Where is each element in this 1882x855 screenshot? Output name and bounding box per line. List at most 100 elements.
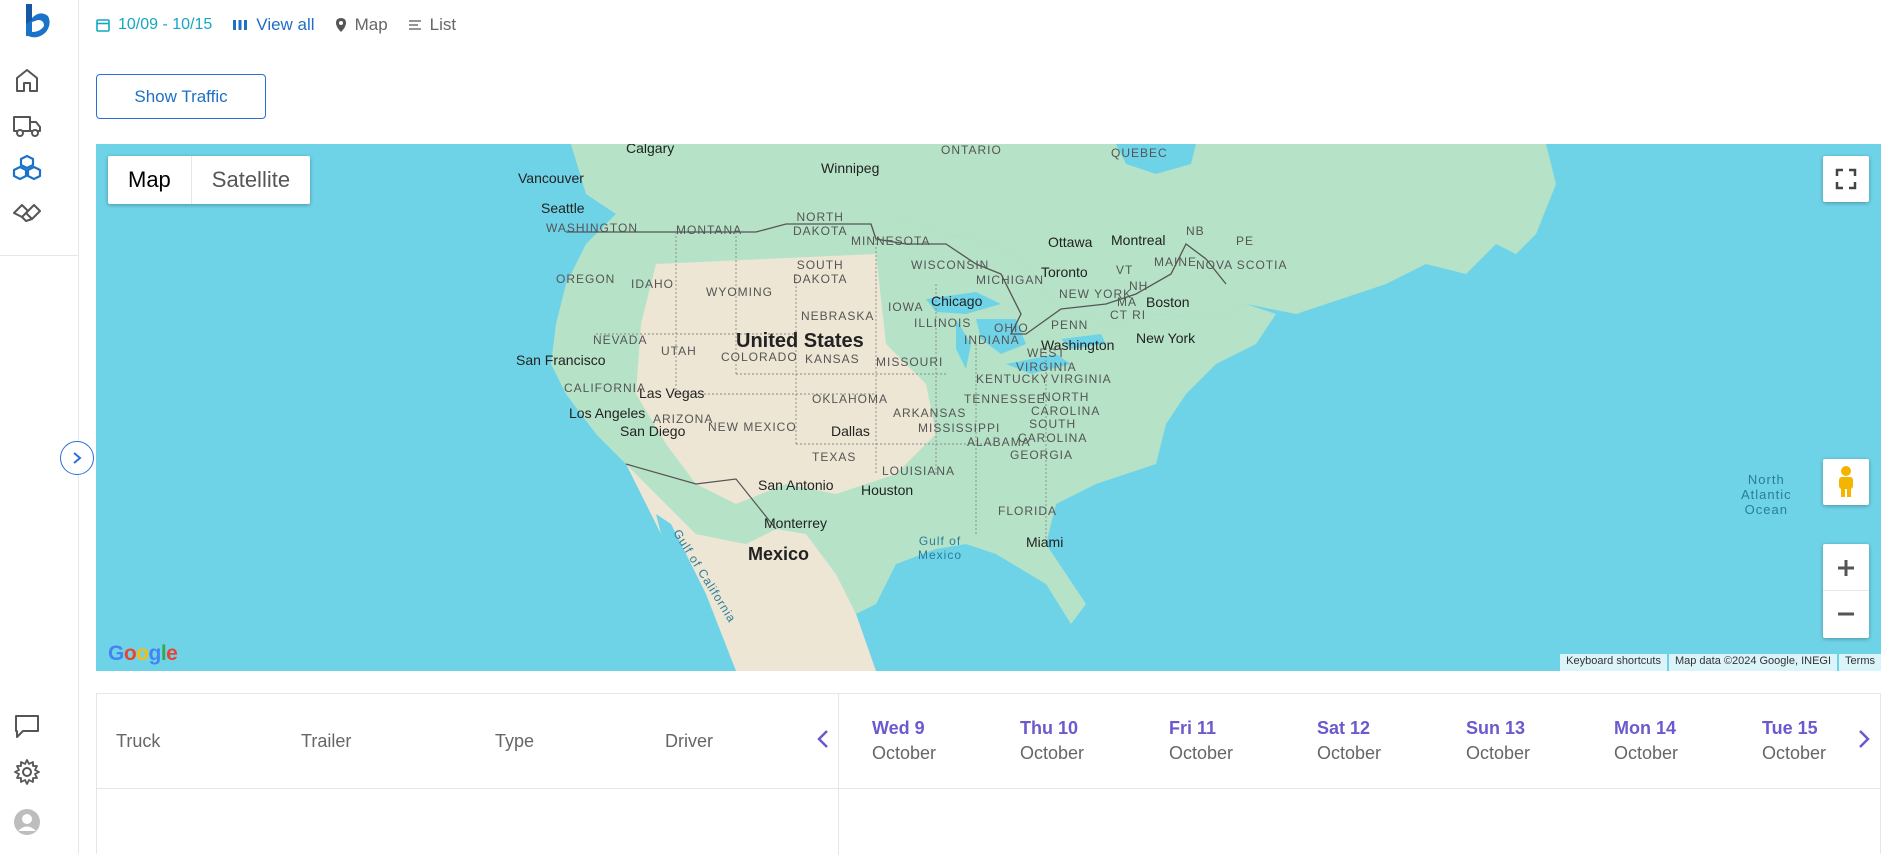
- map-pin-icon: [335, 18, 346, 32]
- terms-link[interactable]: Terms: [1839, 654, 1881, 671]
- app-logo[interactable]: [22, 2, 52, 40]
- zoom-in-button[interactable]: [1823, 545, 1869, 591]
- map-label-winnipeg: Winnipeg: [821, 160, 880, 176]
- column-header-trailer[interactable]: Trailer: [301, 731, 351, 752]
- avatar[interactable]: [12, 807, 42, 837]
- map-label-ct-ri: CT RI: [1110, 308, 1147, 322]
- map-label-kansas: KANSAS: [805, 352, 860, 366]
- map-label-texas: TEXAS: [812, 450, 857, 464]
- map-label-louisiana: LOUISIANA: [882, 464, 956, 478]
- street-view-pegman[interactable]: [1823, 459, 1869, 505]
- day-month: October: [1169, 743, 1234, 763]
- list-view-button[interactable]: List: [408, 15, 456, 35]
- view-all-button[interactable]: View all: [232, 15, 315, 35]
- map-label-miami: Miami: [1026, 534, 1064, 550]
- column-header-truck[interactable]: Truck: [116, 731, 160, 752]
- map-data-label: Map data ©2024 Google, INEGI: [1668, 654, 1838, 671]
- map-label-toronto: Toronto: [1041, 264, 1088, 280]
- map-label-penn: PENN: [1051, 318, 1089, 332]
- fullscreen-button[interactable]: [1823, 156, 1869, 202]
- view-all-label: View all: [256, 15, 315, 34]
- minus-icon: [1838, 612, 1854, 616]
- columns-icon: [233, 20, 248, 30]
- map-label-colorado: COLORADO: [721, 350, 798, 364]
- map-label-florida: FLORIDA: [998, 504, 1058, 518]
- day-column-mon-14[interactable]: Mon 14 October: [1614, 718, 1734, 764]
- top-toolbar: 10/09 - 10/15 View all Map List: [96, 14, 476, 36]
- map-label-utah: UTAH: [661, 344, 697, 358]
- date-range-picker[interactable]: 10/09 - 10/15: [96, 16, 212, 34]
- map-label-west-virginia: WEST VIRGINIA: [1016, 346, 1077, 374]
- expand-sidebar-button[interactable]: [60, 441, 94, 475]
- chevron-left-icon: [817, 730, 828, 748]
- map-canvas: [551, 144, 1556, 671]
- map-type-map-button[interactable]: Map: [108, 156, 192, 204]
- map-label-las-vegas: Las Vegas: [639, 385, 705, 401]
- chevron-right-icon: [1859, 730, 1870, 748]
- map-label-idaho: IDAHO: [631, 277, 675, 291]
- map-label-houston: Houston: [861, 482, 914, 498]
- map-label-michigan: MICHIGAN: [976, 273, 1044, 287]
- day-name: Wed 9: [872, 718, 925, 738]
- map-label-nova-scotia: NOVA SCOTIA: [1196, 258, 1288, 272]
- map-label-south-dakota: SOUTH DAKOTA: [793, 258, 848, 286]
- chat-icon[interactable]: [12, 711, 42, 741]
- map-type-satellite-button[interactable]: Satellite: [192, 156, 310, 204]
- day-column-fri-11[interactable]: Fri 11 October: [1169, 718, 1289, 764]
- truck-icon[interactable]: [12, 110, 42, 140]
- map-label-seattle: Seattle: [541, 200, 585, 216]
- map-label-los-angeles: Los Angeles: [569, 405, 646, 421]
- schedule-columns: Truck Trailer Type Driver: [97, 694, 839, 855]
- day-name: Fri 11: [1169, 718, 1217, 738]
- map-label-south-carolina: SOUTH CAROLINA: [1018, 417, 1088, 445]
- column-header-driver[interactable]: Driver: [665, 731, 713, 752]
- map-label-california: CALIFORNIA: [564, 381, 647, 395]
- day-column-sat-12[interactable]: Sat 12 October: [1317, 718, 1437, 764]
- next-week-button[interactable]: [1852, 724, 1876, 754]
- handshake-icon[interactable]: [12, 198, 42, 228]
- column-header-type[interactable]: Type: [495, 731, 534, 752]
- map-label-calgary: Calgary: [626, 144, 675, 156]
- fullscreen-icon: [1835, 168, 1857, 190]
- map-label-north-carolina: NORTH CAROLINA: [1031, 390, 1101, 418]
- show-traffic-button[interactable]: Show Traffic: [96, 74, 266, 119]
- boxes-icon[interactable]: [12, 153, 42, 183]
- map-label-mississippi: MISSISSIPPI: [918, 421, 1001, 435]
- prev-week-button[interactable]: [811, 724, 835, 754]
- day-column-wed-9[interactable]: Wed 9 October: [872, 718, 992, 764]
- map-label-illinois: ILLINOIS: [914, 316, 972, 330]
- day-name: Mon 14: [1614, 718, 1677, 738]
- day-column-sun-13[interactable]: Sun 13 October: [1466, 718, 1586, 764]
- map-label-ma: MA: [1117, 295, 1137, 309]
- home-icon[interactable]: [12, 65, 42, 95]
- map-label-mexico: Mexico: [748, 544, 810, 564]
- map-label-oklahoma: OKLAHOMA: [812, 392, 889, 406]
- zoom-out-button[interactable]: [1823, 591, 1869, 637]
- day-column-thu-10[interactable]: Thu 10 October: [1020, 718, 1140, 764]
- map-label-new-york: New York: [1136, 330, 1196, 346]
- map-label-ohio: OHIO: [994, 321, 1029, 335]
- map-label-maine: MAINE: [1154, 255, 1198, 269]
- map-label-nh: NH: [1129, 279, 1149, 293]
- map-label-virginia: VIRGINIA: [1051, 372, 1112, 386]
- map-label-san-francisco: San Francisco: [516, 352, 606, 368]
- keyboard-shortcuts-link[interactable]: Keyboard shortcuts: [1560, 654, 1667, 671]
- map-label-montana: MONTANA: [676, 223, 743, 237]
- map-label-minnesota: MINNESOTA: [851, 234, 931, 248]
- chevron-right-icon: [73, 452, 82, 464]
- map-label-georgia: GEORGIA: [1010, 448, 1074, 462]
- sidebar-divider: [0, 255, 78, 256]
- map-type-toggle: Map Satellite: [108, 156, 311, 204]
- map-view-label: Map: [354, 15, 388, 34]
- day-month: October: [1466, 743, 1531, 763]
- map-label-wisconsin: WISCONSIN: [911, 258, 990, 272]
- calendar-icon: [96, 19, 110, 32]
- gear-icon[interactable]: [12, 757, 42, 787]
- day-name: Thu 10: [1020, 718, 1079, 738]
- map-view[interactable]: United States Mexico Calgary Vancouver S…: [96, 144, 1881, 671]
- map-label-vancouver: Vancouver: [518, 170, 584, 186]
- map-view-button[interactable]: Map: [335, 15, 388, 35]
- map-label-vt: VT: [1116, 263, 1134, 277]
- map-label-nevada: NEVADA: [593, 333, 648, 347]
- map-label-nb: NB: [1186, 224, 1205, 238]
